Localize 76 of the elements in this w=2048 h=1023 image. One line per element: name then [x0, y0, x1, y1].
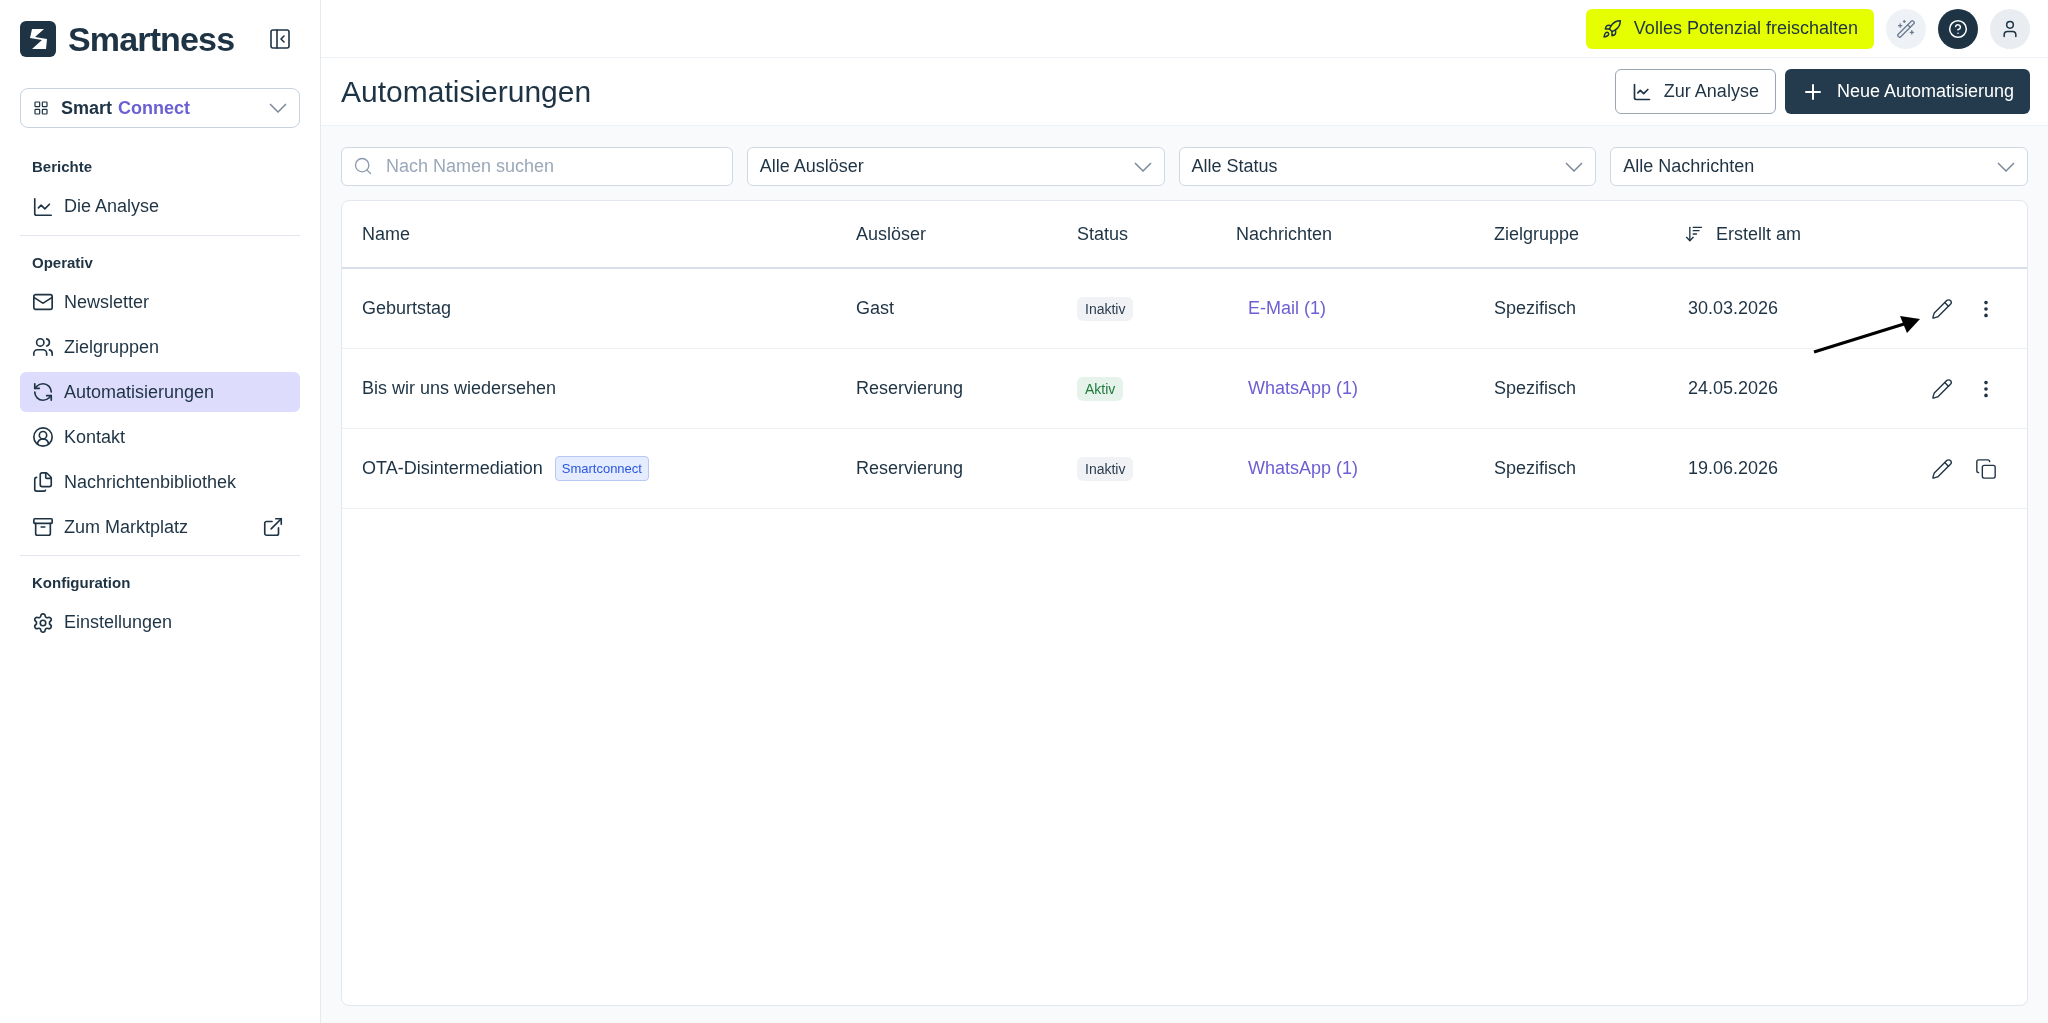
- status-badge: Inaktiv: [1077, 297, 1134, 321]
- sidebar-item[interactable]: Einstellungen: [20, 602, 300, 643]
- chevron-down-icon: [1565, 161, 1584, 172]
- sidebar-item[interactable]: Die Analyse: [20, 186, 300, 227]
- user-avatar-button[interactable]: [1990, 8, 2030, 49]
- edit-icon[interactable]: [1931, 297, 1953, 320]
- collapse-sidebar-icon[interactable]: [268, 27, 292, 51]
- settings-icon: [32, 611, 54, 634]
- line-chart-icon: [32, 195, 54, 218]
- column-header: Name: [362, 222, 410, 246]
- filter-dropdown[interactable]: Alle Status: [1178, 147, 1597, 186]
- help-button[interactable]: [1938, 8, 1978, 49]
- external-link-icon[interactable]: [262, 516, 284, 538]
- section-heading: Operativ: [31, 252, 94, 273]
- table-cell: 19.06.2026: [1688, 458, 1779, 478]
- sort-icon[interactable]: [1684, 224, 1704, 244]
- column-header: Status: [1077, 222, 1129, 246]
- status-badge: Aktiv: [1077, 377, 1124, 401]
- chevron-down-icon: [1133, 161, 1152, 172]
- column-header: Nachrichten: [1236, 222, 1333, 246]
- filter-dropdown[interactable]: Alle Auslöser: [746, 147, 1165, 186]
- sidebar-item[interactable]: Automatisierungen: [20, 372, 300, 412]
- tag: Smartconnect: [554, 455, 649, 482]
- search-field[interactable]: Nach Namen suchen: [341, 147, 733, 186]
- upgrade-button[interactable]: Volles Potenzial freischalten: [1585, 8, 1874, 49]
- line-chart-icon: [1631, 81, 1652, 102]
- section-heading: Konfiguration: [31, 573, 132, 593]
- messages-link[interactable]: WhatsApp (1): [1248, 378, 1359, 398]
- page-title: Automatisierungen: [341, 74, 592, 110]
- sidebar-item[interactable]: Zum Marktplatz: [20, 507, 300, 547]
- documents-icon: [32, 471, 54, 493]
- brand-name: Smartness: [68, 18, 235, 60]
- column-header: Zielgruppe: [1494, 222, 1580, 246]
- table-cell: Reservierung: [856, 458, 964, 478]
- product-switcher[interactable]: Smart Connect: [20, 88, 300, 128]
- table-cell: 24.05.2026: [1688, 378, 1779, 398]
- table-cell: Spezifisch: [1494, 298, 1577, 318]
- help-icon: [1948, 18, 1968, 39]
- filter-dropdown[interactable]: Alle Nachrichten: [1610, 147, 2028, 186]
- chevron-down-icon: [1997, 161, 2015, 172]
- section-heading: Berichte: [31, 157, 94, 177]
- new-automation-button[interactable]: Neue Automatisierung: [1784, 69, 2030, 114]
- edit-icon[interactable]: [1931, 377, 1953, 400]
- magic-wand-button[interactable]: [1886, 8, 1926, 49]
- sidebar-item[interactable]: Nachrichtenbibliothek: [20, 462, 300, 502]
- rocket-icon: [1601, 18, 1622, 39]
- sidebar-item[interactable]: Newsletter: [20, 282, 300, 322]
- archive-box-icon: [32, 516, 54, 538]
- chevron-down-icon: [269, 103, 287, 113]
- column-header: Auslöser: [856, 222, 927, 246]
- table-cell-text: OTA-Disintermediation: [362, 457, 543, 480]
- status-badge: Inaktiv: [1077, 457, 1134, 481]
- analysis-button[interactable]: Zur Analyse: [1614, 69, 1776, 114]
- table-cell: Gast: [856, 298, 894, 318]
- sync-icon: [32, 381, 54, 403]
- user-icon: [2000, 18, 2020, 39]
- table-cell-text: Bis wir uns wiedersehen: [362, 377, 557, 400]
- edit-icon[interactable]: [1931, 457, 1953, 480]
- messages-link[interactable]: WhatsApp (1): [1248, 458, 1359, 478]
- sidebar-item[interactable]: Zielgruppen: [20, 327, 300, 367]
- column-header: Erstellt am: [1716, 222, 1802, 246]
- table-cell-text: Geburtstag: [362, 297, 452, 320]
- logo-icon: [20, 21, 56, 57]
- envelope-icon: [32, 291, 54, 313]
- messages-link[interactable]: E-Mail (1): [1248, 298, 1326, 318]
- grid-icon: [33, 100, 49, 116]
- user-circle-icon: [32, 426, 54, 448]
- table-cell: Spezifisch: [1494, 458, 1577, 478]
- table-cell: Reservierung: [856, 378, 964, 398]
- users-icon: [32, 336, 54, 358]
- sidebar-item[interactable]: Kontakt: [20, 417, 300, 457]
- search-icon: [353, 156, 373, 176]
- table-cell: 30.03.2026: [1688, 298, 1779, 318]
- magic-wand-icon: [1896, 18, 1916, 39]
- duplicate-icon[interactable]: [1975, 457, 1997, 480]
- table-cell: Spezifisch: [1494, 378, 1577, 398]
